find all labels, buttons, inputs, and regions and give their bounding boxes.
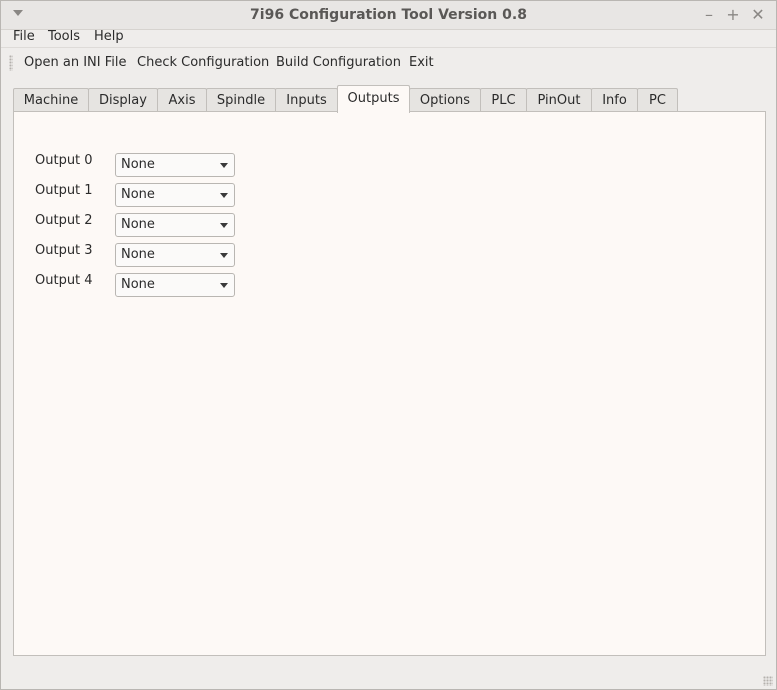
output-3-value: None [121, 247, 155, 262]
app-window: 7i96 Configuration Tool Version 0.8 – + … [0, 0, 777, 690]
title-bar[interactable]: 7i96 Configuration Tool Version 0.8 – + … [1, 1, 776, 30]
output-4-select[interactable]: None [115, 273, 235, 297]
exit-button[interactable]: Exit [409, 55, 434, 70]
output-1-label: Output 1 [35, 183, 93, 198]
build-configuration-button[interactable]: Build Configuration [276, 55, 401, 70]
menu-bar: File Tools Help [1, 29, 776, 47]
dropdown-arrow-icon [220, 163, 228, 168]
tab-axis[interactable]: Axis [157, 88, 207, 112]
close-icon[interactable]: ✕ [748, 5, 768, 25]
tab-info[interactable]: Info [591, 88, 638, 112]
minimize-icon[interactable]: – [699, 5, 719, 25]
open-ini-button[interactable]: Open an INI File [24, 55, 126, 70]
tab-pc[interactable]: PC [637, 88, 678, 112]
output-0-select[interactable]: None [115, 153, 235, 177]
output-3-select[interactable]: None [115, 243, 235, 267]
resize-grip-icon[interactable] [763, 676, 773, 686]
tab-display[interactable]: Display [88, 88, 158, 112]
toolbar: Open an INI File Check Configuration Bui… [1, 47, 776, 77]
menu-file[interactable]: File [13, 29, 35, 44]
dropdown-arrow-icon [220, 193, 228, 198]
output-2-label: Output 2 [35, 213, 93, 228]
tab-pinout[interactable]: PinOut [526, 88, 592, 112]
tab-outputs[interactable]: Outputs [337, 85, 410, 113]
menu-tools[interactable]: Tools [48, 29, 80, 44]
outputs-panel: Output 0 None Output 1 None Output 2 Non… [13, 111, 766, 656]
output-4-label: Output 4 [35, 273, 93, 288]
window-title: 7i96 Configuration Tool Version 0.8 [250, 7, 527, 23]
tab-spindle[interactable]: Spindle [206, 88, 276, 112]
tab-plc[interactable]: PLC [480, 88, 527, 112]
output-0-label: Output 0 [35, 153, 93, 168]
output-2-select[interactable]: None [115, 213, 235, 237]
tab-machine[interactable]: Machine [13, 88, 89, 112]
output-3-label: Output 3 [35, 243, 93, 258]
output-2-value: None [121, 217, 155, 232]
dropdown-arrow-icon [220, 223, 228, 228]
output-1-select[interactable]: None [115, 183, 235, 207]
output-1-value: None [121, 187, 155, 202]
tab-inputs[interactable]: Inputs [275, 88, 338, 112]
check-configuration-button[interactable]: Check Configuration [137, 55, 269, 70]
tab-options[interactable]: Options [409, 88, 481, 112]
dropdown-arrow-icon [220, 283, 228, 288]
maximize-icon[interactable]: + [723, 5, 743, 25]
output-0-value: None [121, 157, 155, 172]
menu-help[interactable]: Help [94, 29, 124, 44]
dropdown-arrow-icon [220, 253, 228, 258]
toolbar-grip-icon[interactable] [9, 55, 13, 71]
output-4-value: None [121, 277, 155, 292]
